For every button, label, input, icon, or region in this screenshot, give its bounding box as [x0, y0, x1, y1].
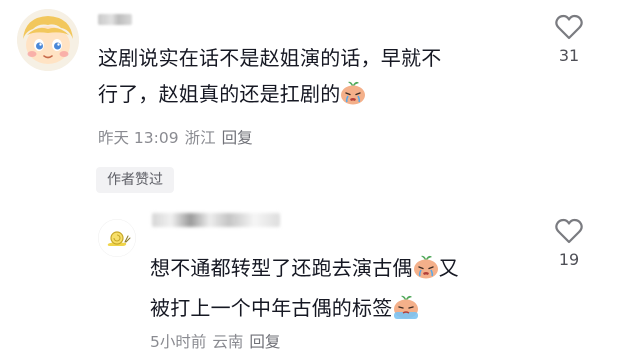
- comment-text-fragment: 行了，赵姐真的还是扛剧的: [98, 82, 341, 106]
- comment-location: 云南: [212, 333, 244, 351]
- crying-face-emoji: [340, 80, 366, 116]
- comment-text: 这剧说实在话不是赵姐演的话，早就不 行了，赵姐真的还是扛剧的: [98, 40, 528, 116]
- avatar[interactable]: [17, 9, 79, 71]
- heart-outline-icon: [555, 218, 583, 244]
- like-button[interactable]: 19: [549, 218, 589, 269]
- snail-avatar-icon: [98, 219, 136, 257]
- comment-meta: 5小时前 云南 回复: [150, 332, 286, 352]
- like-count: 31: [558, 46, 580, 65]
- comment-text-line: 被打上一个中年古偶的标签: [150, 290, 530, 330]
- sweat-face-emoji: [392, 294, 420, 330]
- comment-date: 5小时前: [150, 333, 207, 351]
- comment-text-fragment: 又: [438, 256, 459, 280]
- heart-outline-icon: [555, 14, 583, 40]
- username-redacted[interactable]: [152, 213, 280, 227]
- comment-meta: 昨天 13:09 浙江 回复: [98, 128, 259, 148]
- like-button[interactable]: 31: [549, 14, 589, 65]
- comment-text-line: 行了，赵姐真的还是扛剧的: [98, 76, 528, 116]
- avatar[interactable]: [98, 219, 136, 257]
- comment-text-fragment: 被打上一个中年古偶的标签: [150, 296, 393, 320]
- comment-text-fragment: 想不通都转型了还跑去演古偶: [150, 256, 413, 280]
- like-count: 19: [558, 250, 580, 269]
- username-redacted[interactable]: [98, 14, 132, 25]
- comment-text-line: 想不通都转型了还跑去演古偶 又: [150, 250, 530, 290]
- reply-button[interactable]: 回复: [222, 129, 253, 147]
- cartoon-avatar-icon: [17, 9, 79, 71]
- comment-date: 昨天 13:09: [98, 129, 179, 147]
- reply-button[interactable]: 回复: [249, 333, 280, 351]
- comment-text-line: 这剧说实在话不是赵姐演的话，早就不: [98, 46, 442, 70]
- comment-text: 想不通都转型了还跑去演古偶 又 被打上一个中年古偶的标签: [150, 250, 530, 330]
- crying-face-emoji: [413, 254, 439, 290]
- comment-location: 浙江: [184, 129, 216, 147]
- author-liked-badge: 作者赞过: [96, 167, 174, 193]
